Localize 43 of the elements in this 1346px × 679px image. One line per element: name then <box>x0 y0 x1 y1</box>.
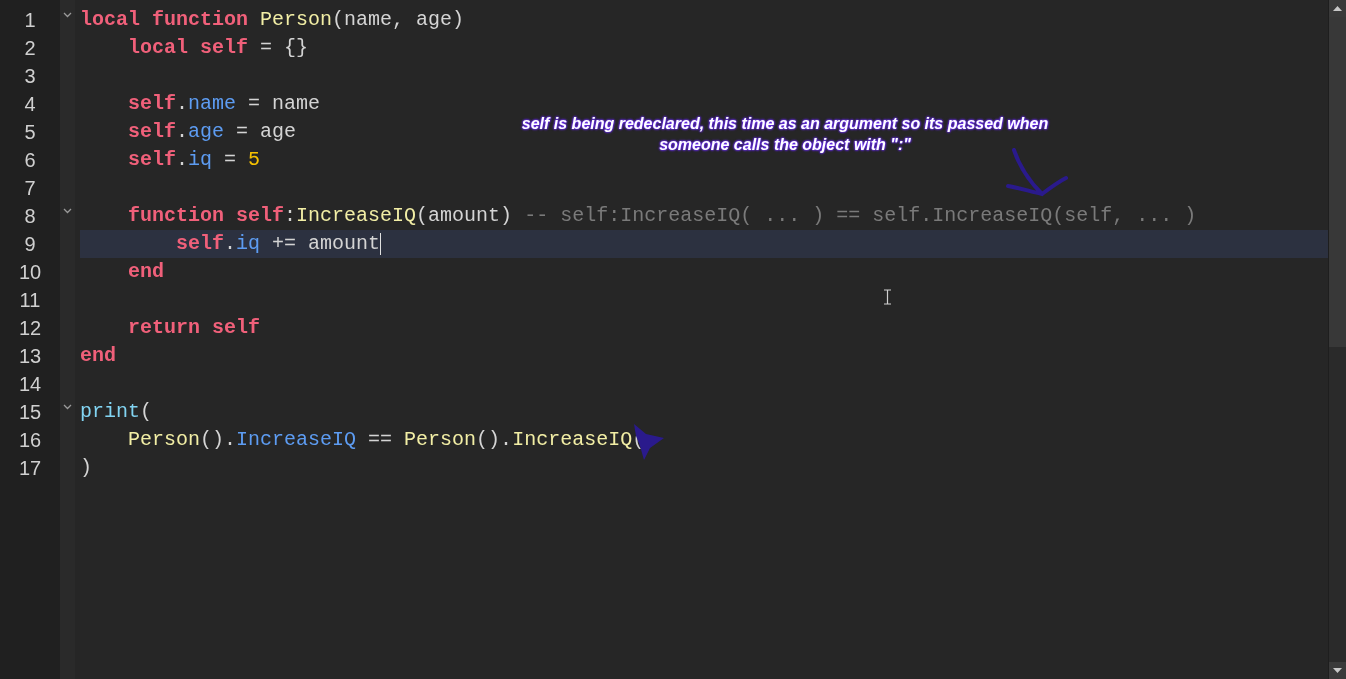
code-line: self.age = age <box>127 119 297 145</box>
line-number: 1 <box>24 8 36 33</box>
text-caret <box>380 233 382 255</box>
line-number: 6 <box>24 148 36 173</box>
code-line: self.name = name <box>127 91 321 117</box>
line-number: 14 <box>18 372 42 397</box>
scroll-up-button[interactable] <box>1329 0 1346 17</box>
scroll-thumb[interactable] <box>1329 17 1346 347</box>
code-line: end <box>127 259 164 285</box>
line-number: 7 <box>24 176 36 201</box>
line-number: 11 <box>19 288 41 313</box>
scribble-icon <box>632 422 666 462</box>
fold-chevron-icon[interactable] <box>63 208 72 214</box>
line-number: 4 <box>24 92 36 117</box>
annotation-text: self is being redeclared, this time as an argument so its passed when <box>521 114 1049 134</box>
line-number: 8 <box>24 204 36 229</box>
fold-chevron-icon[interactable] <box>63 404 72 410</box>
line-number: 13 <box>18 344 42 369</box>
up-arrow-icon <box>1333 6 1342 11</box>
line-number: 2 <box>24 36 36 61</box>
code-line: function self:IncreaseIQ(amount) -- self:IncreaseIQ( ... ) == self.IncreaseIQ(self, ... ) <box>127 203 1197 229</box>
down-arrow-icon <box>1333 668 1342 673</box>
code-line: self.iq = 5 <box>127 147 261 173</box>
line-number: 16 <box>18 428 42 453</box>
line-number: 9 <box>24 232 36 257</box>
line-number: 5 <box>24 120 36 145</box>
scroll-down-button[interactable] <box>1329 662 1346 679</box>
code-line: end <box>80 343 116 369</box>
code-line: ) <box>80 455 92 481</box>
line-number: 12 <box>18 316 42 341</box>
line-number: 3 <box>24 64 36 89</box>
fold-chevron-icon[interactable] <box>63 12 72 18</box>
text-cursor-icon <box>883 289 892 305</box>
scrollbar[interactable] <box>1328 0 1346 679</box>
code-line: local self = {} <box>127 35 309 61</box>
annotation-text: someone calls the object with ":" <box>659 135 911 155</box>
line-number: 17 <box>18 456 42 481</box>
line-number: 15 <box>18 400 42 425</box>
line-number: 10 <box>18 260 42 285</box>
code-line: return self <box>127 315 261 341</box>
code-line: local function Person(name, age) <box>80 7 465 33</box>
code-line: self.iq += amount <box>175 231 381 257</box>
code-line: print( <box>80 399 153 425</box>
